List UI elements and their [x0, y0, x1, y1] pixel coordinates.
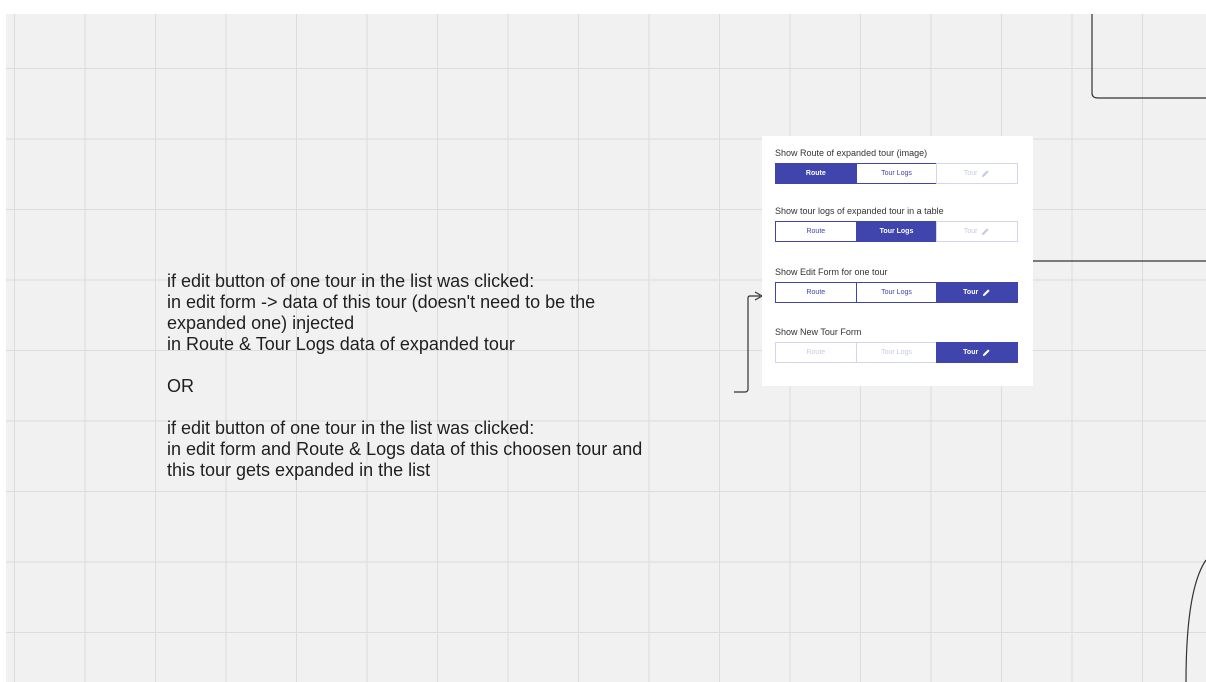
route-button[interactable]: Route	[775, 282, 857, 303]
segmented-control: Route Tour Logs Tour	[775, 221, 1019, 242]
sticky-text-note[interactable]: if edit button of one tour in the list w…	[167, 271, 757, 481]
button-label: Tour	[963, 349, 979, 356]
pencil-icon	[982, 288, 991, 297]
note-line-10: this tour gets expanded in the list	[167, 460, 431, 480]
note-spacer	[167, 397, 757, 418]
pencil-icon	[981, 227, 990, 236]
pencil-icon	[981, 169, 990, 178]
group-tour-logs-view: Show tour logs of expanded tour in a tab…	[775, 204, 1019, 242]
note-spacer	[167, 355, 757, 376]
note-line-4: in Route & Tour Logs data of expanded to…	[167, 334, 515, 354]
group-label: Show Route of expanded tour (image)	[775, 148, 928, 158]
group-label: Show New Tour Form	[775, 327, 862, 337]
group-route-view: Show Route of expanded tour (image) Rout…	[775, 146, 1019, 184]
view-states-frame[interactable]: Show Route of expanded tour (image) Rout…	[762, 136, 1033, 386]
tour-edit-button[interactable]: Tour	[936, 221, 1019, 242]
button-label: Tour Logs	[881, 289, 912, 296]
button-label: Route	[805, 170, 826, 177]
button-label: Tour Logs	[881, 170, 912, 177]
tour-edit-button[interactable]: Tour	[936, 282, 1019, 303]
button-label: Tour Logs	[879, 228, 914, 235]
connector-line-top-right[interactable]	[1091, 14, 1206, 99]
group-edit-form-view: Show Edit Form for one tour Route Tour L…	[775, 265, 1019, 303]
button-label: Route	[806, 349, 826, 356]
button-label: Tour	[963, 228, 978, 235]
tour-logs-button[interactable]: Tour Logs	[855, 163, 938, 184]
segmented-control: Route Tour Logs Tour	[775, 282, 1019, 303]
group-new-tour-view: Show New Tour Form Route Tour Logs Tour	[775, 325, 1019, 363]
button-label: Tour Logs	[881, 349, 912, 356]
note-line-8: if edit button of one tour in the list w…	[167, 418, 535, 438]
tour-logs-button[interactable]: Tour Logs	[855, 342, 938, 363]
button-label: Tour	[963, 170, 978, 177]
pencil-icon	[982, 348, 991, 357]
group-label: Show Edit Form for one tour	[775, 267, 888, 277]
button-label: Route	[806, 228, 826, 235]
tour-edit-button[interactable]: Tour	[936, 342, 1019, 363]
route-button[interactable]: Route	[775, 221, 857, 242]
tour-edit-button[interactable]: Tour	[936, 163, 1019, 184]
note-line-2: in edit form -> data of this tour (doesn…	[167, 292, 596, 312]
segmented-control: Route Tour Logs Tour	[775, 163, 1019, 184]
note-line-or: OR	[167, 376, 194, 396]
connector-curve-bottom-right[interactable]	[1185, 559, 1206, 682]
route-button[interactable]: Route	[775, 163, 857, 184]
note-line-3: expanded one) injected	[167, 313, 355, 333]
tour-logs-button[interactable]: Tour Logs	[855, 221, 938, 242]
route-button[interactable]: Route	[775, 342, 857, 363]
button-label: Route	[806, 289, 826, 296]
group-label: Show tour logs of expanded tour in a tab…	[775, 206, 944, 216]
segmented-control: Route Tour Logs Tour	[775, 342, 1019, 363]
note-line-9: in edit form and Route & Logs data of th…	[167, 439, 643, 459]
tour-logs-button[interactable]: Tour Logs	[855, 282, 938, 303]
note-line-1: if edit button of one tour in the list w…	[167, 271, 535, 291]
button-label: Tour	[963, 289, 979, 296]
